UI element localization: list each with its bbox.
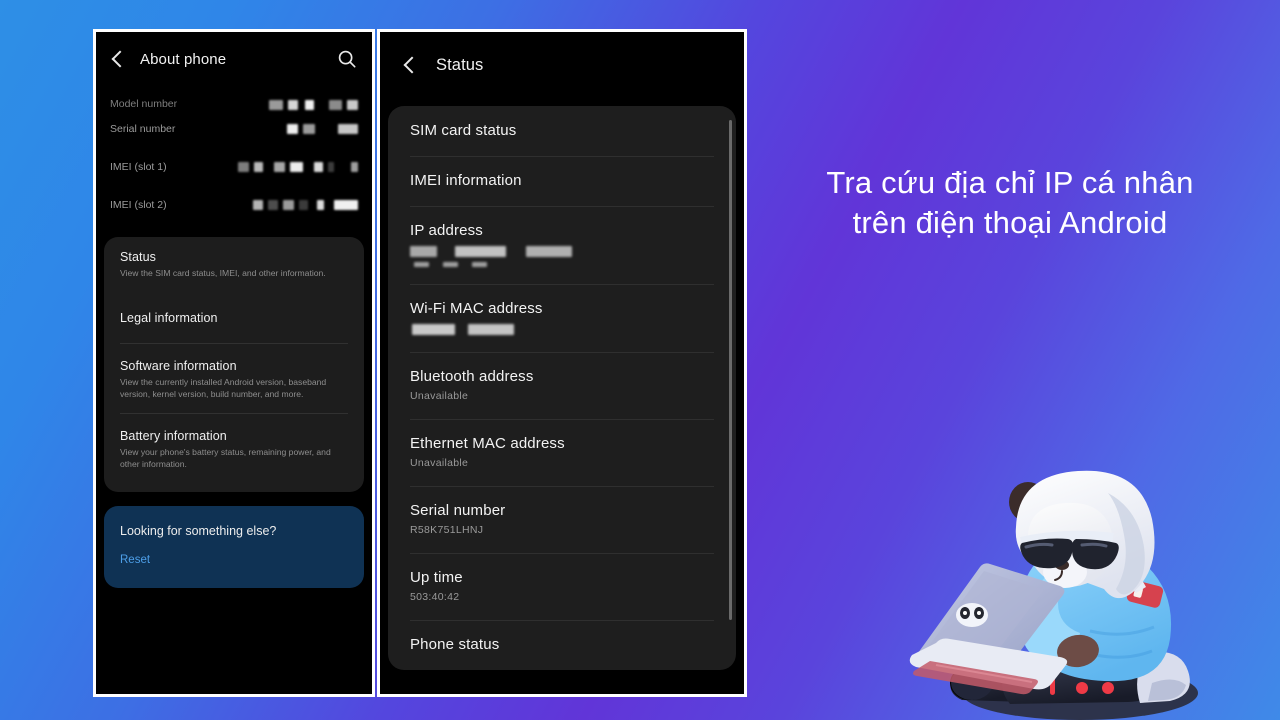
status-screenshot: Status SIM card status IMEI information … [377,29,747,697]
menu-item-battery-information[interactable]: Battery information View your phone's ba… [104,412,364,490]
reset-link[interactable]: Reset [120,554,348,566]
status-item-ip-address[interactable]: IP address [388,206,736,284]
redacted-value [287,124,358,134]
status-appbar: Status [380,32,744,98]
status-item-wifi-mac-address[interactable]: Wi-Fi MAC address [388,284,736,352]
status-item-ethernet-mac-address[interactable]: Ethernet MAC address Unavailable [388,419,736,486]
status-item-value: Unavailable [410,390,469,402]
redacted-value [410,246,714,257]
status-item-bluetooth-address[interactable]: Bluetooth address Unavailable [388,352,736,419]
info-row-model-number: Model number [110,86,358,110]
menu-item-subtitle: View the SIM card status, IMEI, and othe… [120,268,326,278]
status-item-title: IMEI information [410,172,522,189]
panda-with-laptop-illustration [900,455,1260,720]
status-item-imei-information[interactable]: IMEI information [388,156,736,206]
status-item-title: Ethernet MAC address [410,435,565,452]
redacted-value-secondary [410,262,714,267]
looking-for-something-else-card: Looking for something else? Reset [104,506,364,589]
redacted-value [410,324,714,335]
status-item-title: SIM card status [410,122,517,139]
menu-item-title: Software information [120,359,237,374]
menu-item-title: Status [120,250,157,264]
info-row-serial-number: Serial number [110,110,358,148]
menu-item-software-information[interactable]: Software information View the currently … [104,343,364,412]
menu-item-subtitle: View the currently installed Android ver… [120,377,327,400]
info-row-imei-slot-1: IMEI (slot 1) [110,148,358,186]
about-phone-title: About phone [140,50,227,68]
status-item-title: Wi-Fi MAC address [410,300,543,317]
headline: Tra cứu địa chỉ IP cá nhân trên điện tho… [760,163,1260,244]
menu-item-title: Legal information [120,311,218,326]
promo-banner: About phone Model number Serial number I… [0,0,1280,720]
status-screen: Status SIM card status IMEI information … [380,32,744,694]
redacted-value [269,100,358,110]
status-item-value: 503:40:42 [410,591,460,603]
status-list-card: SIM card status IMEI information IP addr… [388,106,736,670]
status-item-sim-card-status[interactable]: SIM card status [388,106,736,156]
about-phone-screenshot: About phone Model number Serial number I… [93,29,375,697]
info-key: IMEI (slot 1) [110,161,167,173]
menu-item-subtitle: View your phone's battery status, remain… [120,446,331,469]
search-icon[interactable] [336,48,358,70]
menu-item-title: Battery information [120,428,227,443]
status-item-title: Serial number [410,502,506,519]
redacted-value [253,200,358,210]
promo-card-title: Looking for something else? [120,524,277,539]
chevron-left-icon[interactable] [400,55,420,75]
vertical-scrollbar[interactable] [729,120,732,620]
status-item-title: IP address [410,222,483,239]
status-item-value: Unavailable [410,457,469,469]
status-item-title: Bluetooth address [410,368,534,385]
device-info-list: Model number Serial number IMEI (slot 1)… [96,86,372,224]
about-phone-screen: About phone Model number Serial number I… [96,32,372,694]
info-row-imei-slot-2: IMEI (slot 2) [110,186,358,224]
status-item-value: R58K751LHNJ [410,524,484,536]
about-phone-appbar: About phone [96,32,372,86]
chevron-left-icon[interactable] [108,49,128,69]
menu-item-status[interactable]: Status View the SIM card status, IMEI, a… [104,239,364,291]
status-item-serial-number[interactable]: Serial number R58K751LHNJ [388,486,736,553]
info-key: IMEI (slot 2) [110,199,167,211]
status-item-up-time[interactable]: Up time 503:40:42 [388,553,736,620]
headline-line-1: Tra cứu địa chỉ IP cá nhân [826,165,1194,200]
status-item-phone-status[interactable]: Phone status [388,620,736,670]
headline-line-2: trên điện thoại Android [852,205,1168,241]
status-item-title: Phone status [410,636,500,653]
about-phone-menu-card: Status View the SIM card status, IMEI, a… [104,237,364,493]
status-item-title: Up time [410,569,463,586]
info-key: Serial number [110,123,176,135]
redacted-value [238,162,358,172]
menu-item-legal-information[interactable]: Legal information [104,291,364,343]
status-title: Status [436,55,484,74]
info-key: Model number [110,98,178,110]
